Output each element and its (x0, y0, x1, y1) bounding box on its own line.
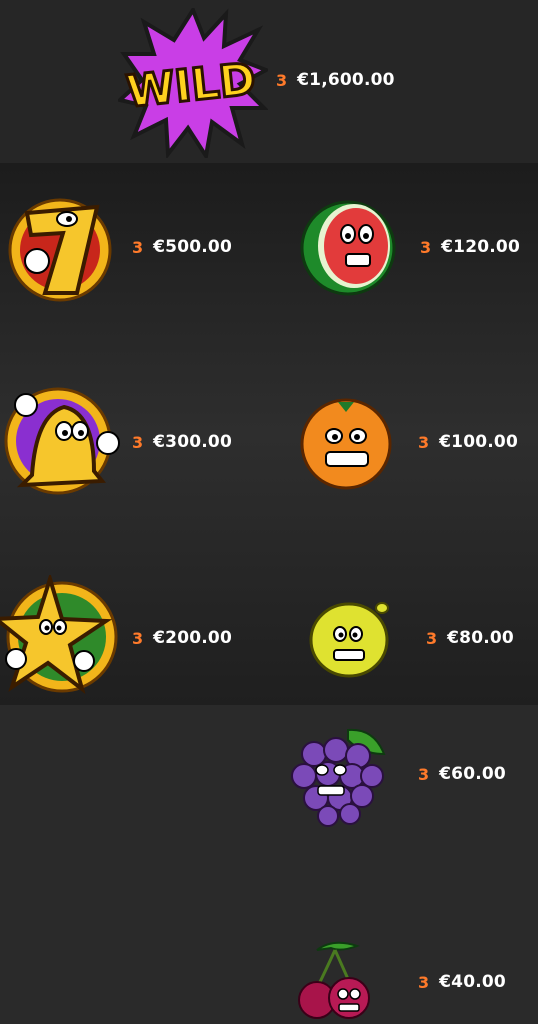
bell-symbol-icon (2, 385, 122, 500)
grapes-count: 3 (418, 764, 430, 784)
orange-value: €100.00 (439, 432, 518, 452)
cherries-value: €40.00 (439, 972, 506, 992)
watermelon-symbol-icon (298, 198, 398, 298)
cherries-symbol-icon (295, 936, 375, 1022)
paytable-row-lemon: 3 €80.00 (426, 628, 514, 648)
seven-count: 3 (132, 237, 144, 257)
paytable-row-grapes: 3 €60.00 (418, 764, 506, 784)
wild-symbol-icon: WILD (118, 8, 268, 158)
seven-symbol-icon (5, 195, 115, 305)
paytable-row-cherries: 3 €40.00 (418, 972, 506, 992)
bell-count: 3 (132, 432, 144, 452)
orange-count: 3 (418, 432, 430, 452)
lemon-count: 3 (426, 628, 438, 648)
watermelon-count: 3 (420, 237, 432, 257)
grapes-symbol-icon (288, 724, 388, 828)
paytable-row-watermelon: 3 €120.00 (420, 237, 520, 257)
paytable-row-seven: 3 €500.00 (132, 237, 232, 257)
paytable-row-orange: 3 €100.00 (418, 432, 518, 452)
lemon-value: €80.00 (447, 628, 514, 648)
paytable-row-star: 3 €200.00 (132, 628, 232, 648)
grapes-value: €60.00 (439, 764, 506, 784)
orange-symbol-icon (298, 394, 398, 494)
paytable-row-bell: 3 €300.00 (132, 432, 232, 452)
lemon-symbol-icon (304, 594, 394, 684)
wild-count: 3 (276, 70, 288, 90)
paytable-row-wild: 3 €1,600.00 (276, 70, 395, 90)
star-symbol-icon (0, 575, 124, 699)
top-band (0, 0, 538, 163)
star-value: €200.00 (153, 628, 232, 648)
bell-value: €300.00 (153, 432, 232, 452)
star-count: 3 (132, 628, 144, 648)
wild-value: €1,600.00 (297, 70, 395, 90)
cherries-count: 3 (418, 972, 430, 992)
watermelon-value: €120.00 (441, 237, 520, 257)
seven-value: €500.00 (153, 237, 232, 257)
